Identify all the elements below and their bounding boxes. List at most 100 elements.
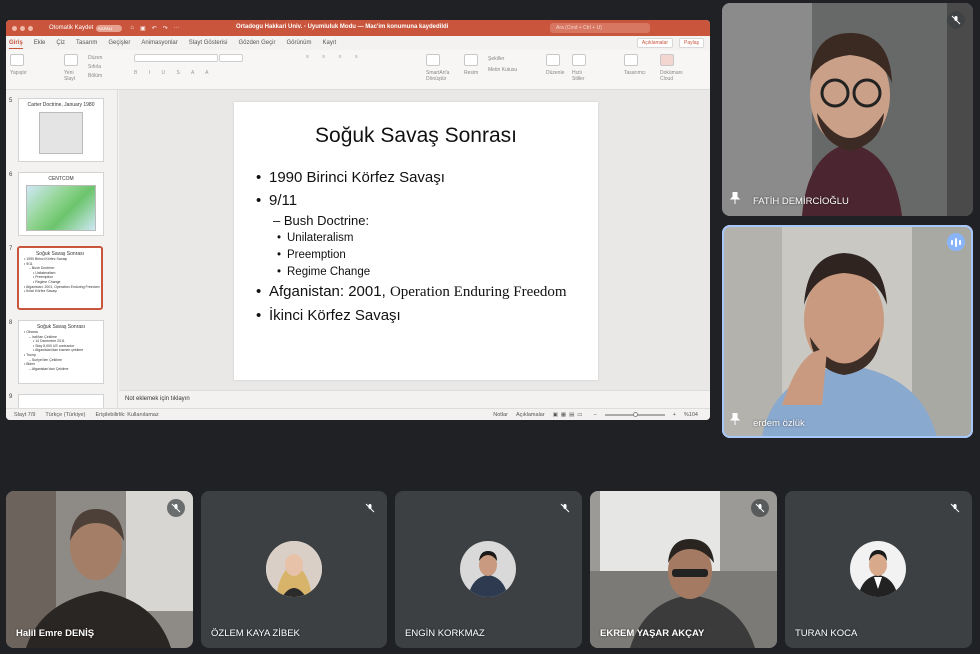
quick-styles-icon — [572, 54, 586, 66]
tab-transitions[interactable]: Geçişler — [108, 38, 130, 48]
avatar — [460, 541, 516, 597]
current-slide[interactable]: Soğuk Savaş Sonrası 1990 Birinci Körfez … — [234, 102, 598, 380]
participant-video — [590, 491, 777, 648]
undo-icon[interactable]: ↶ — [152, 25, 157, 32]
accessibility-status[interactable]: Erişilebilirlik: Kullanılamaz — [95, 412, 158, 418]
zoom-level[interactable]: %104 — [684, 412, 698, 418]
bullet: İkinci Körfez Savaşı — [256, 307, 588, 324]
search-input[interactable]: Ara (Cmd + Ctrl + U) — [550, 23, 650, 33]
mic-off-icon — [361, 499, 379, 517]
tab-record[interactable]: Kayıt — [322, 38, 336, 48]
view-icons[interactable]: ▣▦▤▭ — [553, 412, 586, 418]
thumbnail-number: 5 — [9, 98, 13, 104]
pin-icon[interactable] — [729, 191, 741, 209]
smartart-group[interactable]: SmartArt'a Dönüştür — [426, 54, 460, 82]
thumbnail-slide[interactable]: CENTCOM — [18, 172, 104, 236]
reset-button[interactable]: Sıfırla — [88, 63, 102, 72]
language-indicator[interactable]: Türkçe (Türkiye) — [45, 412, 85, 418]
bullet-text: Afganistan: 2001, — [269, 283, 390, 300]
font-size-select[interactable] — [219, 54, 244, 62]
tab-home[interactable]: Giriş — [9, 38, 23, 49]
quick-access-toolbar: ⌂ ▣ ↶ ↷ ··· — [130, 25, 179, 32]
sub-sub-bullet: Preemption — [256, 249, 588, 261]
more-icon[interactable]: ··· — [174, 25, 180, 32]
tab-animations[interactable]: Animasyonlar — [141, 38, 177, 48]
bullet: Afganistan: 2001, Operation Enduring Fre… — [256, 283, 588, 301]
paragraph-group[interactable]: ≡ ≡ ≡ ≡ — [306, 54, 364, 60]
redo-icon[interactable]: ↷ — [163, 25, 168, 32]
comments-button[interactable]: Açıklamalar — [636, 38, 673, 48]
mic-off-icon — [167, 499, 185, 517]
thumbnail-slide[interactable]: Carter Doctrine, January 1980 — [18, 98, 104, 162]
paste-icon — [10, 54, 24, 66]
arrange-group[interactable]: Düzenle — [546, 54, 564, 76]
comments-status-button[interactable]: Açıklamalar — [516, 412, 545, 418]
tab-insert[interactable]: Ekle — [34, 38, 46, 48]
zoom-in-icon[interactable]: + — [673, 412, 676, 418]
tab-draw[interactable]: Çiz — [56, 38, 65, 48]
designer-label: Tasarımcı — [624, 70, 646, 76]
slide-thumbnails-pane[interactable]: 5 Carter Doctrine, January 1980 6 CENTCO… — [6, 90, 118, 408]
zoom-out-icon[interactable]: − — [593, 412, 596, 418]
home-icon[interactable]: ⌂ — [130, 25, 134, 32]
zoom-slider[interactable] — [604, 411, 665, 417]
slide-canvas[interactable]: Soğuk Savaş Sonrası 1990 Birinci Körfez … — [119, 90, 710, 390]
bullet: 1990 Birinci Körfez Savaşı — [256, 169, 588, 186]
participant-video — [722, 225, 973, 438]
mic-off-icon — [556, 499, 574, 517]
participant-tile-fatih[interactable]: FATİH DEMİRCİOĞLU — [722, 3, 973, 216]
thumbnail-slide[interactable] — [18, 394, 104, 408]
participant-name: ÖZLEM KAYA ZİBEK — [211, 628, 300, 639]
window-controls[interactable] — [12, 25, 33, 31]
tab-design[interactable]: Tasarım — [76, 38, 97, 48]
notes-button[interactable]: Notlar — [493, 412, 508, 418]
participant-tile-turan[interactable]: TURAN KOCA — [785, 491, 972, 648]
sub-bullet: – Bush Doctrine: — [273, 213, 370, 228]
participant-tile-engin[interactable]: ENGİN KORKMAZ — [395, 491, 582, 648]
editor-area: 5 Carter Doctrine, January 1980 6 CENTCO… — [6, 90, 710, 408]
slide-title[interactable]: Soğuk Savaş Sonrası — [234, 124, 598, 148]
participant-tile-ekrem[interactable]: EKREM YAŞAR AKÇAY — [590, 491, 777, 648]
shared-screen-powerpoint[interactable]: Otomatik Kaydet KAPALI ⌂ ▣ ↶ ↷ ··· Ortad… — [6, 20, 710, 420]
thumbnail-slide-selected[interactable]: Soğuk Savaş Sonrası • 1990 Birinci Körfe… — [17, 246, 103, 310]
slide-bullets[interactable]: 1990 Birinci Körfez Savaşı 9/11 – Bush D… — [256, 169, 588, 330]
tab-review[interactable]: Gözden Geçir — [238, 38, 275, 48]
layout-button[interactable]: Düzen — [88, 54, 102, 63]
quick-styles-group[interactable]: Hızlı Stiller — [572, 54, 592, 82]
slide-group: Düzen Sıfırla Bölüm — [88, 54, 102, 81]
thumbnail-title: CENTCOM — [48, 176, 74, 182]
new-slide-group[interactable]: Yeni Slayt — [64, 54, 84, 82]
save-icon[interactable]: ▣ — [140, 25, 146, 32]
document-cloud-group[interactable]: Dokümanı Cloud — [660, 54, 690, 82]
thumbnail-slide[interactable]: Soğuk Savaş Sonrası • Obama – Irak'tan Ç… — [18, 320, 104, 384]
font-format-icons[interactable]: B I U S A A — [134, 70, 243, 76]
section-button[interactable]: Bölüm — [88, 72, 102, 81]
thumbnail-number: 7 — [9, 246, 13, 252]
tab-slideshow[interactable]: Slayt Gösterisi — [189, 38, 228, 48]
participant-video — [722, 3, 973, 216]
picture-group[interactable]: Resim — [464, 54, 478, 76]
smartart-icon — [426, 54, 440, 66]
pin-icon[interactable] — [729, 412, 741, 430]
participant-tile-erdem[interactable]: erdem özlük — [722, 225, 973, 438]
textbox-button[interactable]: Metin Kutusu — [488, 65, 517, 76]
thumbnail-line: – Afganistan'dan Çekilme — [29, 366, 69, 371]
font-name-select[interactable] — [134, 54, 218, 62]
participant-name: ENGİN KORKMAZ — [405, 628, 485, 639]
notes-input[interactable]: Not eklemek için tıklayın — [119, 390, 710, 408]
share-button[interactable]: Paylaş — [678, 38, 704, 48]
participant-name: FATİH DEMİRCİOĞLU — [753, 196, 849, 207]
autosave-toggle[interactable]: KAPALI — [96, 24, 123, 32]
paste-group[interactable]: Yapıştır — [10, 54, 27, 76]
paste-label: Yapıştır — [10, 70, 27, 76]
picture-label: Resim — [464, 70, 479, 76]
participant-tile-ozlem[interactable]: ÖZLEM KAYA ZİBEK — [201, 491, 387, 648]
participant-tile-halil[interactable]: Halil Emre DENİŞ — [6, 491, 193, 648]
document-cloud-icon — [660, 54, 674, 66]
speaking-indicator-icon — [947, 233, 965, 251]
tab-view[interactable]: Görünüm — [286, 38, 311, 48]
smartart-label: SmartArt'a Dönüştür — [426, 70, 450, 82]
shapes-button[interactable]: Şekiller — [488, 54, 517, 65]
designer-group[interactable]: Tasarımcı — [624, 54, 646, 76]
autosave[interactable]: Otomatik Kaydet KAPALI — [49, 24, 123, 32]
